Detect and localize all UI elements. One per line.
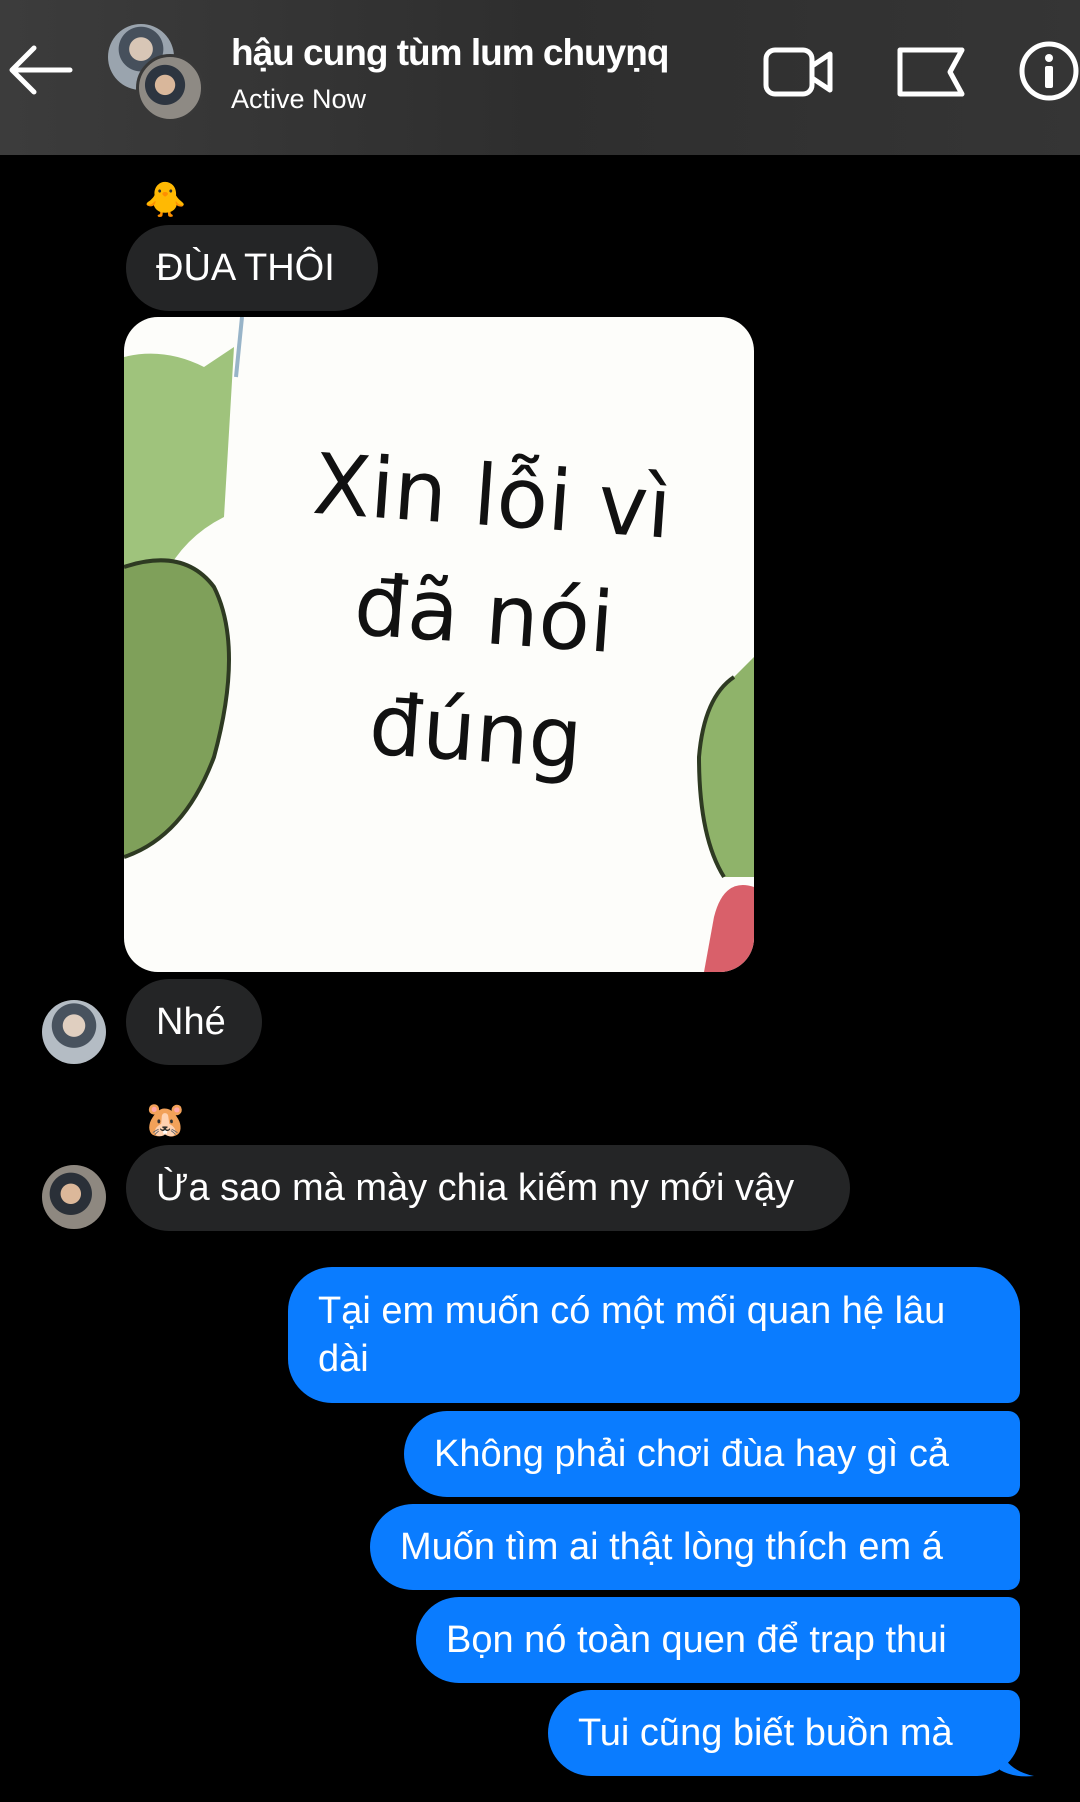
received-message[interactable]: Nhé — [126, 979, 262, 1065]
message-list[interactable]: 🐥 ĐÙA THÔI Xin lỗi vì đã nói đúng Nhé 🐹 … — [0, 155, 1080, 1802]
sent-message[interactable]: Bọn nó toàn quen để trap thui — [416, 1597, 1020, 1683]
meme-text: Xin lỗi vì đã nói đúng — [309, 434, 675, 789]
bubble-tail-icon — [1000, 1748, 1034, 1777]
info-icon — [1019, 41, 1079, 101]
group-avatar[interactable] — [108, 24, 208, 122]
reaction-emoji[interactable]: 🐥 — [144, 183, 186, 217]
meme-image[interactable]: Xin lỗi vì đã nói đúng — [124, 317, 754, 972]
received-message[interactable]: Ừa sao mà mày chia kiếm ny mới vậy — [126, 1145, 850, 1231]
received-message[interactable]: ĐÙA THÔI — [126, 225, 378, 311]
back-arrow-icon — [9, 45, 73, 95]
active-status: Active Now — [231, 84, 367, 114]
sent-message[interactable]: Tui cũng biết buồn mà — [548, 1690, 1020, 1776]
sent-message[interactable]: Không phải chơi đùa hay gì cả — [404, 1411, 1020, 1497]
sender-avatar[interactable] — [42, 1000, 106, 1064]
sent-message[interactable]: Muốn tìm ai thật lòng thích em á — [370, 1504, 1020, 1590]
video-call-icon — [763, 47, 833, 97]
avatar — [136, 54, 204, 122]
sender-avatar[interactable] — [42, 1165, 106, 1229]
chat-header: hậu cung tùm lum chuyṇq Active Now — [0, 0, 1080, 155]
sent-message[interactable]: Tại em muốn có một mối quan hệ lâu dài — [288, 1267, 1020, 1403]
back-button[interactable] — [4, 42, 74, 98]
video-call-button[interactable] — [762, 44, 834, 105]
flag-button[interactable] — [896, 44, 968, 105]
reaction-emoji[interactable]: 🐹 — [144, 1103, 186, 1137]
info-button[interactable] — [1018, 40, 1080, 107]
conversation-title[interactable]: hậu cung tùm lum chuyṇq — [231, 32, 669, 74]
flag-icon — [897, 47, 965, 97]
